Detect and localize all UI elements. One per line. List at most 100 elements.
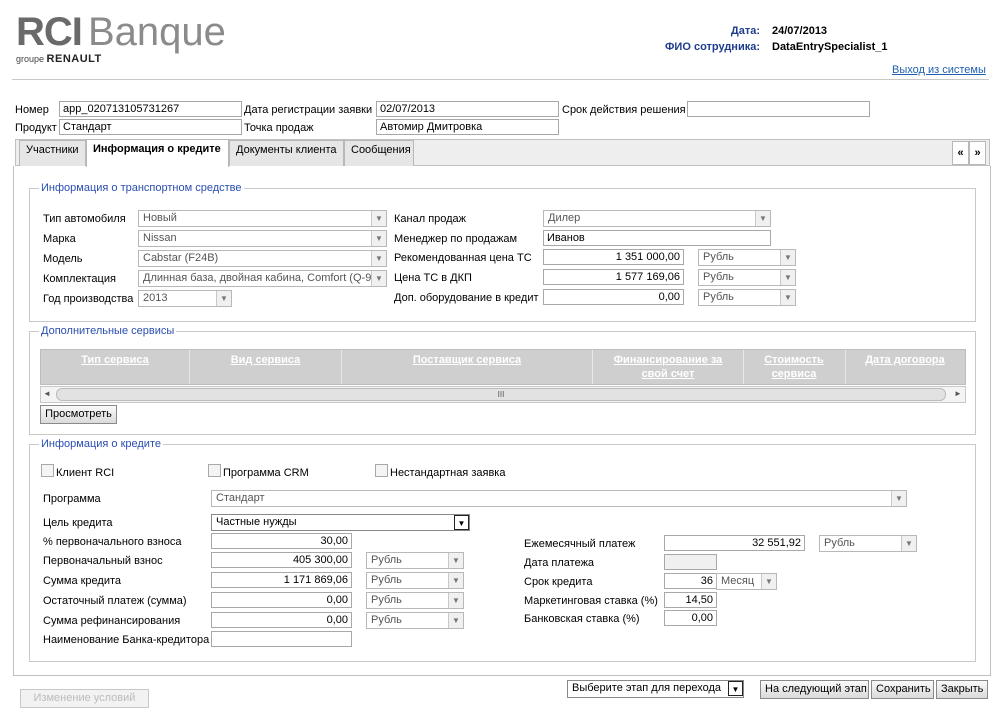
chevron-down-icon: ▼ bbox=[371, 251, 386, 266]
down-currency: Рубль bbox=[371, 554, 402, 566]
next-stage-button[interactable]: На следующий этап bbox=[760, 680, 869, 699]
point-field[interactable]: Автомир Дмитровка bbox=[376, 119, 559, 135]
bank-name-field[interactable] bbox=[211, 631, 352, 647]
crm-program-checkbox[interactable] bbox=[208, 464, 221, 477]
refin-currency: Рубль bbox=[371, 614, 402, 626]
decision-field[interactable] bbox=[687, 101, 870, 117]
chevron-down-icon: ▼ bbox=[780, 270, 795, 285]
vehicle-legend: Информация о транспортном средстве bbox=[39, 182, 244, 194]
bank-rate-field[interactable]: 0,00 bbox=[664, 610, 717, 626]
vehicle-brand-select[interactable]: Nissan ▼ bbox=[138, 230, 387, 247]
tab-client-documents[interactable]: Документы клиента bbox=[229, 140, 344, 166]
residual-field[interactable]: 0,00 bbox=[211, 592, 352, 608]
col-service-cost[interactable]: Стоимость сервиса bbox=[752, 351, 836, 383]
col-self-financing[interactable]: Финансирование за свой счет bbox=[600, 351, 736, 383]
term-unit: Месяц bbox=[721, 575, 755, 587]
view-services-button[interactable]: Просмотреть bbox=[40, 405, 117, 424]
col-contract-date[interactable]: Дата договора bbox=[846, 351, 964, 383]
rec-price-label: Рекомендованная цена ТС bbox=[394, 252, 532, 264]
header-divider bbox=[12, 79, 989, 80]
col-service-kind[interactable]: Вид сервиса bbox=[190, 351, 341, 383]
client-rci-checkbox[interactable] bbox=[41, 464, 54, 477]
down-currency-select[interactable]: Рубль ▼ bbox=[366, 552, 464, 569]
monthly-field[interactable]: 32 551,92 bbox=[664, 535, 805, 551]
credit-sum-field[interactable]: 1 171 869,06 bbox=[211, 572, 352, 588]
vehicle-type-select[interactable]: Новый ▼ bbox=[138, 210, 387, 227]
vehicle-type-label: Тип автомобиля bbox=[43, 213, 126, 225]
vehicle-model-select[interactable]: Cabstar (F24B) ▼ bbox=[138, 250, 387, 267]
residual-currency-select[interactable]: Рубль ▼ bbox=[366, 592, 464, 609]
channel-select[interactable]: Дилер ▼ bbox=[543, 210, 771, 227]
program-select[interactable]: Стандарт ▼ bbox=[211, 490, 907, 507]
vehicle-year-label: Год производства bbox=[43, 293, 134, 305]
refin-field[interactable]: 0,00 bbox=[211, 612, 352, 628]
point-label: Точка продаж bbox=[244, 122, 314, 134]
reg-date-field[interactable]: 02/07/2013 bbox=[376, 101, 559, 117]
product-field[interactable]: Стандарт bbox=[59, 119, 242, 135]
term-label: Срок кредита bbox=[524, 576, 593, 588]
dkp-price-field[interactable]: 1 577 169,06 bbox=[543, 269, 684, 285]
scroll-thumb[interactable]: III bbox=[56, 388, 946, 401]
paydate-field[interactable] bbox=[664, 554, 717, 570]
scroll-right-icon[interactable]: ► bbox=[954, 389, 962, 398]
channel-value: Дилер bbox=[548, 212, 581, 224]
chevron-down-icon: ▼ bbox=[216, 291, 231, 306]
vehicle-equip-label: Комплектация bbox=[43, 273, 116, 285]
down-payment-field[interactable]: 405 300,00 bbox=[211, 552, 352, 568]
vehicle-equip-select[interactable]: Длинная база, двойная кабина, Comfort (Q… bbox=[138, 270, 387, 287]
logo-groupe-prefix: groupe bbox=[16, 54, 45, 64]
addeq-field[interactable]: 0,00 bbox=[543, 289, 684, 305]
logo-groupe: groupe RENAULT bbox=[16, 53, 102, 65]
tab-credit-info[interactable]: Информация о кредите bbox=[86, 139, 229, 167]
dkp-price-currency-select[interactable]: Рубль ▼ bbox=[698, 269, 796, 286]
sum-currency-select[interactable]: Рубль ▼ bbox=[366, 572, 464, 589]
chevron-down-icon: ▼ bbox=[371, 211, 386, 226]
col-service-type[interactable]: Тип сервиса bbox=[41, 351, 189, 383]
vehicle-model-label: Модель bbox=[43, 253, 83, 265]
services-legend: Дополнительные сервисы bbox=[39, 325, 177, 337]
purpose-select[interactable]: Частные нужды ▼ bbox=[211, 514, 470, 531]
scroll-left-icon[interactable]: ◄ bbox=[43, 389, 51, 398]
change-terms-button[interactable]: Изменение условий bbox=[20, 689, 149, 708]
tabs-prev-button[interactable]: « bbox=[952, 141, 969, 165]
col-service-provider[interactable]: Поставщик сервиса bbox=[342, 351, 592, 383]
down-pct-field[interactable]: 30,00 bbox=[211, 533, 352, 549]
stage-select[interactable]: Выберите этап для перехода ▼ bbox=[567, 680, 744, 698]
chevron-down-icon: ▼ bbox=[371, 231, 386, 246]
number-label: Номер bbox=[15, 104, 49, 116]
employee-label: ФИО сотрудника: bbox=[665, 41, 760, 53]
mkt-rate-field[interactable]: 14,50 bbox=[664, 592, 717, 608]
manager-field[interactable]: Иванов bbox=[543, 230, 771, 246]
credit-legend: Информация о кредите bbox=[39, 438, 163, 450]
vehicle-equip-value: Длинная база, двойная кабина, Comfort (Q… bbox=[143, 272, 372, 284]
addeq-currency-select[interactable]: Рубль ▼ bbox=[698, 289, 796, 306]
rec-price-field[interactable]: 1 351 000,00 bbox=[543, 249, 684, 265]
logo-rci: RCI bbox=[16, 10, 83, 54]
logout-link[interactable]: Выход из системы bbox=[892, 64, 986, 76]
down-payment-label: Первоначальный взнос bbox=[43, 555, 163, 567]
col-divider bbox=[743, 350, 744, 384]
number-field[interactable]: app_020713105731267 bbox=[59, 101, 242, 117]
save-button[interactable]: Сохранить bbox=[871, 680, 934, 699]
refin-currency-select[interactable]: Рубль ▼ bbox=[366, 612, 464, 629]
chevron-down-icon: ▼ bbox=[780, 250, 795, 265]
manager-label: Менеджер по продажам bbox=[394, 233, 518, 245]
chevron-down-icon: ▼ bbox=[728, 681, 743, 696]
down-pct-label: % первоначального взноса bbox=[43, 536, 182, 548]
term-field[interactable]: 36 bbox=[664, 573, 717, 589]
monthly-currency-select[interactable]: Рубль ▼ bbox=[819, 535, 917, 552]
mkt-rate-label: Маркетинговая ставка (%) bbox=[524, 595, 658, 607]
vehicle-year-select[interactable]: 2013 ▼ bbox=[138, 290, 232, 307]
tabs-next-button[interactable]: » bbox=[969, 141, 986, 165]
credit-sum-label: Сумма кредита bbox=[43, 575, 122, 587]
tab-messages[interactable]: Сообщения bbox=[344, 140, 414, 166]
chevron-down-icon: ▼ bbox=[901, 536, 916, 551]
nonstandard-checkbox[interactable] bbox=[375, 464, 388, 477]
crm-program-label: Программа CRM bbox=[223, 467, 309, 479]
close-button[interactable]: Закрыть bbox=[936, 680, 988, 699]
chevron-down-icon: ▼ bbox=[891, 491, 906, 506]
tab-participants[interactable]: Участники bbox=[19, 140, 86, 166]
term-unit-select[interactable]: Месяц ▼ bbox=[716, 573, 777, 590]
decision-label: Срок действия решения bbox=[562, 104, 686, 116]
rec-price-currency-select[interactable]: Рубль ▼ bbox=[698, 249, 796, 266]
